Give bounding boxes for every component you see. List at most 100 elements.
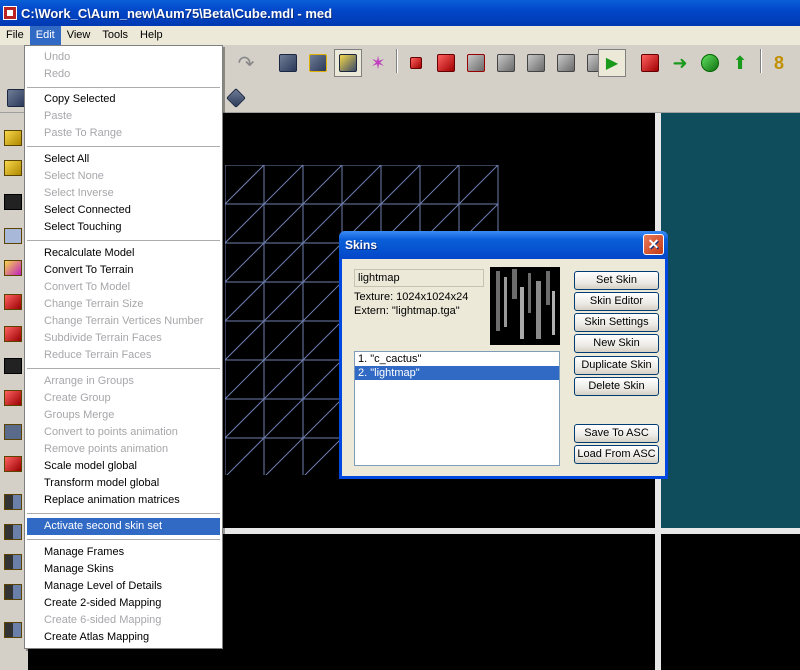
menu-select-all[interactable]: Select All	[27, 151, 220, 168]
menu-create-6-sided-mapping[interactable]: Create 6-sided Mapping	[27, 612, 220, 629]
close-icon[interactable]: ✕	[643, 234, 664, 255]
skin-settings-button[interactable]: Skin Settings	[574, 313, 659, 332]
menu-create-group[interactable]: Create Group	[27, 390, 220, 407]
new-skin-button[interactable]: New Skin	[574, 334, 659, 353]
eye-red-icon-2[interactable]	[0, 321, 26, 347]
menu-redo[interactable]: Redo	[27, 66, 220, 83]
menu-select-touching[interactable]: Select Touching	[27, 219, 220, 236]
cube-view-icon[interactable]	[274, 49, 302, 77]
menu-paste[interactable]: Paste	[27, 108, 220, 125]
redo-arrow-icon[interactable]: ↷	[232, 49, 260, 77]
red-cubes-icon[interactable]	[432, 49, 460, 77]
menu-paste-to-range[interactable]: Paste To Range	[27, 125, 220, 142]
menu-undo[interactable]: Undo	[27, 49, 220, 66]
eye-red-icon[interactable]	[0, 289, 26, 315]
menu-help[interactable]: Help	[134, 26, 169, 45]
menu-bar: File Edit View Tools Help	[0, 26, 800, 45]
menu-remove-points-animation[interactable]: Remove points animation	[27, 441, 220, 458]
eye-red-icon-3[interactable]	[0, 385, 26, 411]
menu-groups-merge[interactable]: Groups Merge	[27, 407, 220, 424]
texture-icon[interactable]	[0, 223, 26, 249]
menu-convert-to-points-animation[interactable]: Convert to points animation	[27, 424, 220, 441]
skins-dialog-title-bar[interactable]: Skins ✕	[339, 231, 668, 259]
menu-select-none[interactable]: Select None	[27, 168, 220, 185]
menu-convert-to-model[interactable]: Convert To Model	[27, 279, 220, 296]
layout-quad-icon[interactable]	[0, 489, 26, 515]
menu-file[interactable]: File	[0, 26, 30, 45]
menu-manage-frames[interactable]: Manage Frames	[27, 544, 220, 561]
skin-list-item-lightmap[interactable]: 2. "lightmap"	[355, 366, 559, 380]
up-arrow-icon[interactable]: ⬆	[726, 49, 754, 77]
set-skin-button[interactable]: Set Skin	[574, 271, 659, 290]
menu-arrange-in-groups[interactable]: Arrange in Groups	[27, 373, 220, 390]
viewport-bottom-right[interactable]	[661, 534, 800, 670]
layout-single-icon[interactable]	[0, 617, 26, 643]
menu-activate-second-skin-set[interactable]: Activate second skin set	[27, 518, 220, 535]
move-arrow-icon[interactable]: ➜	[666, 49, 694, 77]
app-icon[interactable]	[3, 6, 17, 20]
menu-change-terrain-size[interactable]: Change Terrain Size	[27, 296, 220, 313]
menu-manage-skins[interactable]: Manage Skins	[27, 561, 220, 578]
menu-change-terrain-vertices[interactable]: Change Terrain Vertices Number	[27, 313, 220, 330]
layout-quad-icon-2[interactable]	[0, 519, 26, 545]
gray-cube-icon-3[interactable]	[552, 49, 580, 77]
eye-icon[interactable]	[0, 189, 26, 215]
menu-separator	[27, 87, 220, 88]
menu-transform-model-global[interactable]: Transform model global	[27, 475, 220, 492]
menu-recalculate-model[interactable]: Recalculate Model	[27, 245, 220, 262]
menu-view[interactable]: View	[61, 26, 97, 45]
skin-list[interactable]: 1. "c_cactus" 2. "lightmap"	[354, 351, 560, 466]
menu-create-2-sided-mapping[interactable]: Create 2-sided Mapping	[27, 595, 220, 612]
menu-select-connected[interactable]: Select Connected	[27, 202, 220, 219]
cubes-icon[interactable]	[0, 419, 26, 445]
menu-separator	[27, 146, 220, 147]
menu-reduce-terrain-faces[interactable]: Reduce Terrain Faces	[27, 347, 220, 364]
menu-separator	[27, 240, 220, 241]
app-window: C:\Work_C\Aum_new\Aum75\Beta\Cube.mdl - …	[0, 0, 800, 670]
view-3d-icon[interactable]	[0, 155, 26, 181]
duplicate-skin-button[interactable]: Duplicate Skin	[574, 356, 659, 375]
camera-play-icon[interactable]: ▶	[598, 49, 626, 77]
menu-manage-level-of-details[interactable]: Manage Level of Details	[27, 578, 220, 595]
bones-icon[interactable]: ✶	[364, 49, 392, 77]
menu-edit[interactable]: Edit	[29, 26, 61, 45]
cube-vertices-icon[interactable]	[304, 49, 332, 77]
skin-name-field[interactable]: lightmap	[354, 269, 484, 287]
diamond-icon[interactable]	[222, 84, 250, 112]
bone-add-icon[interactable]	[402, 49, 430, 77]
mixed-cubes-icon[interactable]	[462, 49, 490, 77]
menu-convert-to-terrain[interactable]: Convert To Terrain	[27, 262, 220, 279]
menu-replace-animation-matrices[interactable]: Replace animation matrices	[27, 492, 220, 509]
save-to-asc-button[interactable]: Save To ASC	[574, 424, 659, 443]
menu-subdivide-terrain-faces[interactable]: Subdivide Terrain Faces	[27, 330, 220, 347]
edit-dropdown-menu: Undo Redo Copy Selected Paste Paste To R…	[24, 45, 223, 649]
paint-icon[interactable]	[0, 255, 26, 281]
menu-create-atlas-mapping[interactable]: Create Atlas Mapping	[27, 629, 220, 646]
menu-separator	[27, 539, 220, 540]
delete-skin-button[interactable]: Delete Skin	[574, 377, 659, 396]
layout-quad-icon-3[interactable]	[0, 549, 26, 575]
window-title: C:\Work_C\Aum_new\Aum75\Beta\Cube.mdl - …	[21, 5, 333, 21]
layout-quad-icon-4[interactable]	[0, 579, 26, 605]
extern-info: Extern: "lightmap.tga"	[354, 305, 460, 317]
menu-select-inverse[interactable]: Select Inverse	[27, 185, 220, 202]
texture-info: Texture: 1024x1024x24	[354, 291, 469, 303]
chain-icon[interactable]: 8	[765, 49, 793, 77]
skin-list-item-c-cactus[interactable]: 1. "c_cactus"	[355, 352, 559, 366]
menu-tools[interactable]: Tools	[96, 26, 134, 45]
red-cube-icon[interactable]	[636, 49, 664, 77]
skins-dialog-title: Skins	[345, 238, 378, 252]
cube-faces-icon[interactable]	[334, 49, 362, 77]
gray-cube-icon-1[interactable]	[492, 49, 520, 77]
menu-copy-selected[interactable]: Copy Selected	[27, 91, 220, 108]
view-2d-icon[interactable]	[0, 125, 26, 151]
skin-editor-button[interactable]: Skin Editor	[574, 292, 659, 311]
cubes-red-icon[interactable]	[0, 451, 26, 477]
rotate-icon[interactable]	[696, 49, 724, 77]
gray-cube-icon-2[interactable]	[522, 49, 550, 77]
menu-scale-model-global[interactable]: Scale model global	[27, 458, 220, 475]
load-from-asc-button[interactable]: Load From ASC	[574, 445, 659, 464]
title-bar[interactable]: C:\Work_C\Aum_new\Aum75\Beta\Cube.mdl - …	[0, 0, 800, 26]
eye-icon-2[interactable]	[0, 353, 26, 379]
viewport-top-right[interactable]	[661, 113, 800, 528]
